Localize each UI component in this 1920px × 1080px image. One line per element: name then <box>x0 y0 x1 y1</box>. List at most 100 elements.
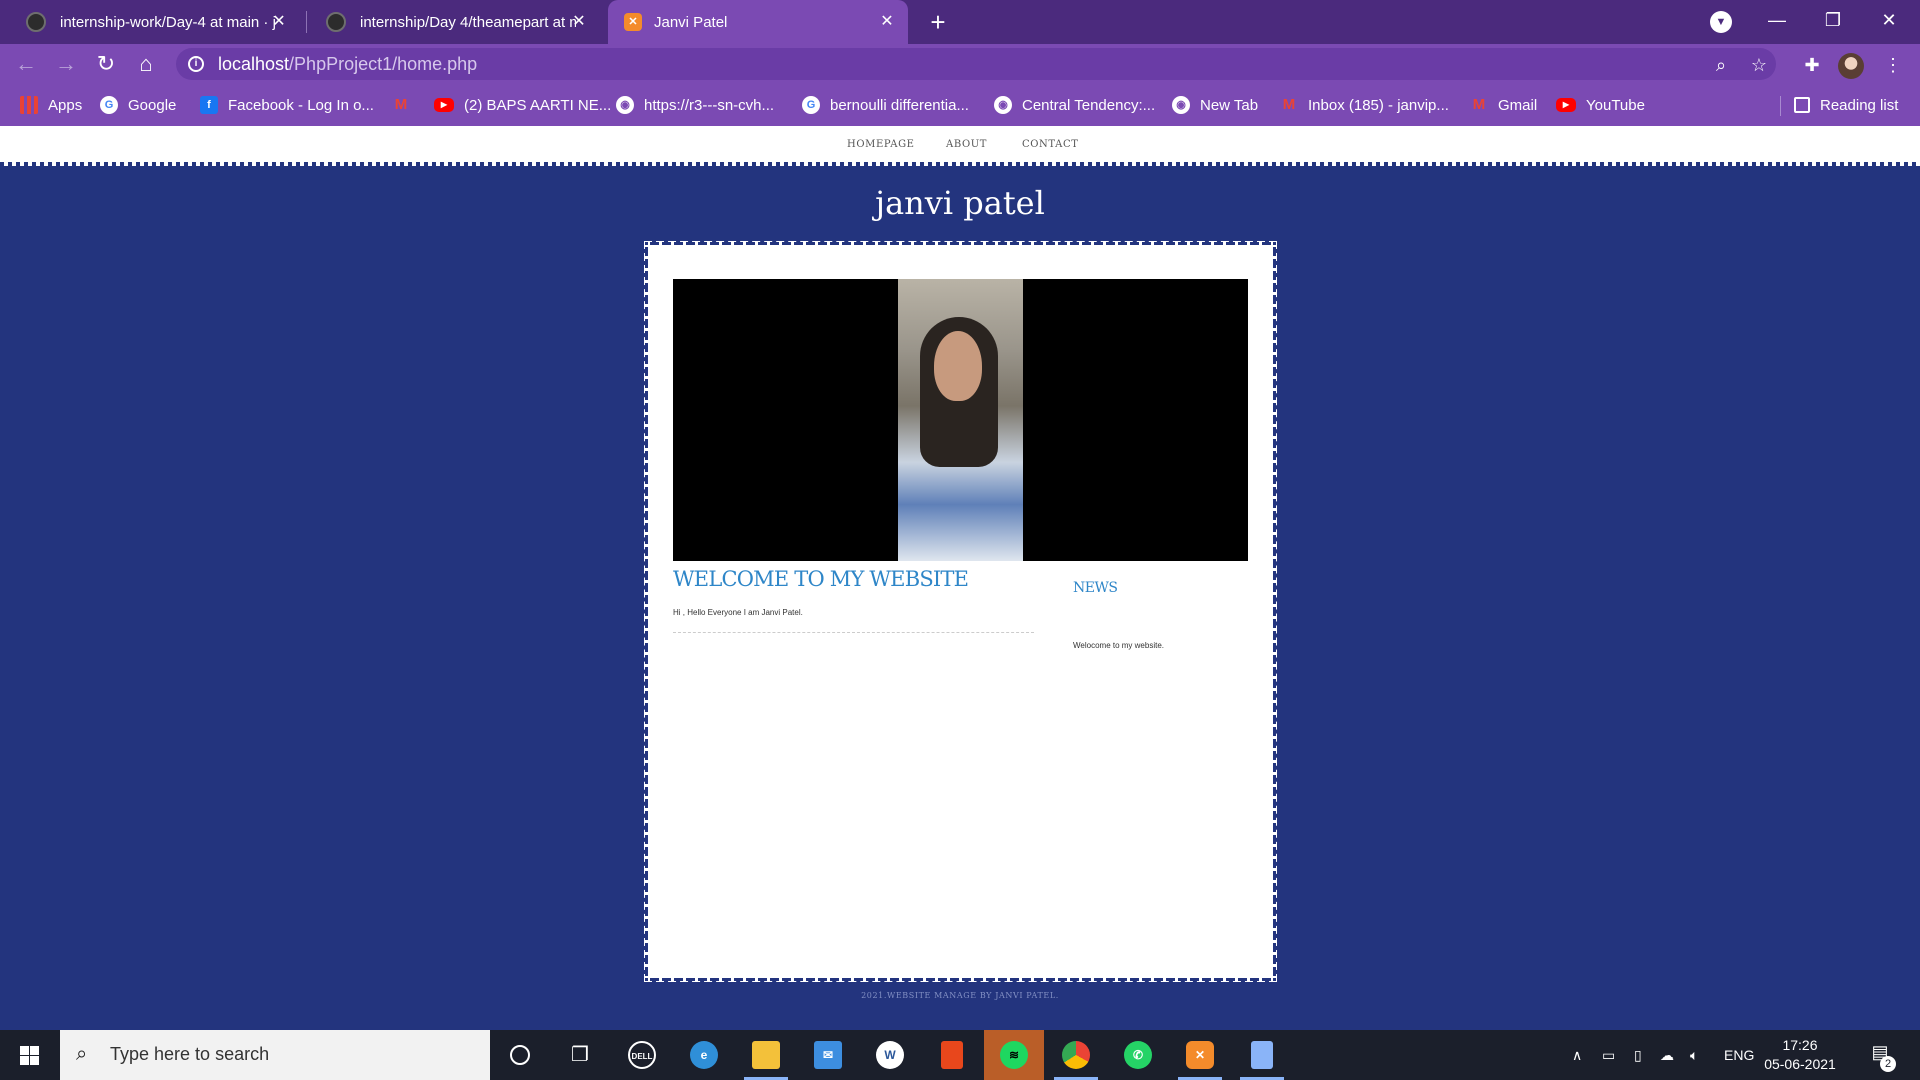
taskbar-search[interactable]: ⌕ Type here to search <box>60 1030 490 1080</box>
restore-button[interactable]: ❐ <box>1810 4 1856 36</box>
google-icon: G <box>802 96 820 114</box>
apps-grid-icon <box>20 96 38 114</box>
tab-title: internship/Day 4/theamepart at m <box>360 13 576 31</box>
xampp-app[interactable]: ✕ <box>1170 1030 1230 1080</box>
task-view-button[interactable]: ❐ <box>550 1030 610 1080</box>
minimize-button[interactable]: — <box>1754 4 1800 36</box>
menu-kebab-icon[interactable]: ⋮ <box>1880 52 1906 78</box>
show-hidden-icons[interactable]: ∧ <box>1572 1030 1582 1080</box>
bookmark-bernoulli[interactable]: Gbernoulli differentia... <box>802 95 969 115</box>
hero-banner <box>673 279 1248 561</box>
facebook-icon: f <box>200 96 218 114</box>
virtualbox-app[interactable] <box>1232 1030 1292 1080</box>
search-placeholder: Type here to search <box>110 1044 270 1064</box>
notifications-button[interactable]: ▤ 2 <box>1866 1042 1896 1072</box>
bookmark-apps[interactable]: Apps <box>20 95 82 115</box>
home-icon[interactable]: ⌂ <box>130 48 162 80</box>
nav-about-link[interactable]: ABOUT <box>946 139 987 150</box>
tab-search-icon[interactable]: ▼ <box>1710 11 1732 33</box>
onedrive-cloud-icon[interactable]: ☁ <box>1660 1030 1674 1080</box>
site-footer: 2021.WEBSITE MANAGE BY JANVI PATEL. <box>861 991 1059 1000</box>
edge-app[interactable]: e <box>674 1030 734 1080</box>
clock-date: 05-06-2021 <box>1764 1056 1836 1072</box>
windows-logo-icon <box>20 1046 39 1065</box>
volume-icon[interactable]: 🔈︎ <box>1690 1030 1698 1080</box>
profile-avatar[interactable] <box>1838 53 1864 79</box>
browser-toolbar: ← → ↻ ⌂ i localhost/PhpProject1/home.php… <box>0 44 1920 84</box>
office-app[interactable] <box>922 1030 982 1080</box>
reload-icon[interactable]: ↻ <box>90 48 122 80</box>
bookmark-label: Apps <box>48 96 83 114</box>
mail-app[interactable]: ✉ <box>798 1030 858 1080</box>
cortana-circle-icon <box>510 1045 530 1065</box>
bookmark-gmail-short[interactable]: M <box>392 95 420 115</box>
site-title: janvi patel <box>875 184 1045 222</box>
cortana-button[interactable] <box>490 1030 550 1080</box>
bookmark-label: Gmail <box>1498 96 1538 114</box>
tab-title: Janvi Patel <box>654 13 728 31</box>
bookmark-baps-aarti[interactable]: ▶ (2) BAPS AARTI NE... <box>434 95 611 115</box>
battery-icon[interactable]: ▭ <box>1602 1030 1615 1080</box>
clock[interactable]: 17:26 05-06-2021 <box>1760 1036 1840 1074</box>
spotify-app[interactable]: ≋ <box>984 1030 1044 1080</box>
reading-list-button[interactable]: Reading list <box>1794 95 1898 115</box>
welcome-heading: WELCOME TO MY WEBSITE <box>673 567 969 591</box>
intro-text: Hi , Hello Everyone I am Janvi Patel. <box>673 608 803 617</box>
bookmark-central-tendency[interactable]: ◉ Central Tendency:... <box>994 95 1155 115</box>
youtube-icon: ▶ <box>1556 98 1576 112</box>
cube-icon <box>1251 1041 1273 1069</box>
bookmark-inbox[interactable]: M Inbox (185) - janvip... <box>1280 95 1449 115</box>
bookmark-r3-video[interactable]: ◉ https://r3---sn-cvh... <box>616 95 774 115</box>
back-arrow-icon[interactable]: ← <box>10 48 42 80</box>
clock-time: 17:26 <box>1782 1037 1818 1053</box>
github-icon <box>326 12 346 32</box>
spotify-icon: ≋ <box>1000 1041 1028 1069</box>
bookmark-label: Central Tendency:... <box>1022 96 1156 114</box>
bookmark-gmail[interactable]: M Gmail <box>1470 95 1537 115</box>
nav-homepage-link[interactable]: HOMEPAGE <box>847 139 915 150</box>
bookmark-star-icon[interactable]: ☆ <box>1746 52 1772 78</box>
language-indicator[interactable]: ENG <box>1724 1030 1754 1080</box>
office-icon <box>941 1041 963 1069</box>
tab-internship-theme[interactable]: internship/Day 4/theamepart at m ✕ <box>300 0 600 44</box>
word-app[interactable]: W <box>860 1030 920 1080</box>
window-close-button[interactable]: ✕ <box>1866 4 1912 36</box>
url-text[interactable]: localhost/PhpProject1/home.php <box>218 54 477 75</box>
xampp-icon: ✕ <box>624 13 642 31</box>
profile-photo <box>898 279 1023 561</box>
bookmark-label: Facebook - Log In o... <box>228 96 374 114</box>
mail-icon: ✉ <box>814 1041 842 1069</box>
content-card: WELCOME TO MY WEBSITE Hi , Hello Everyon… <box>644 241 1277 982</box>
new-tab-button[interactable]: + <box>922 6 954 38</box>
start-button[interactable] <box>0 1030 60 1080</box>
web-page: HOMEPAGE ABOUT CONTACT janvi patel WELCO… <box>0 126 1920 1030</box>
folder-icon <box>752 1041 780 1069</box>
dell-app[interactable]: DELL <box>612 1030 672 1080</box>
close-icon[interactable]: ✕ <box>568 11 590 33</box>
close-icon[interactable]: ✕ <box>876 11 898 33</box>
address-bar[interactable]: i localhost/PhpProject1/home.php ⌕ ☆ <box>176 48 1776 80</box>
edge-icon: e <box>690 1041 718 1069</box>
forward-arrow-icon[interactable]: → <box>50 48 82 80</box>
gmail-icon: M <box>394 96 408 113</box>
tab-internship-work[interactable]: internship-work/Day-4 at main · j ✕ <box>0 0 300 44</box>
site-info-icon[interactable]: i <box>188 56 204 72</box>
reading-list-label: Reading list <box>1820 96 1899 114</box>
close-icon[interactable]: ✕ <box>268 11 290 33</box>
device-icon[interactable]: ▯ <box>1634 1030 1642 1080</box>
zoom-icon[interactable]: ⌕ <box>1708 52 1734 78</box>
nav-contact-link[interactable]: CONTACT <box>1022 139 1078 150</box>
bookmark-new-tab[interactable]: ◉ New Tab <box>1172 95 1258 115</box>
globe-icon: ◉ <box>616 96 634 114</box>
tab-title: internship-work/Day-4 at main · j <box>60 13 276 31</box>
youtube-icon: ▶ <box>434 98 454 112</box>
bookmark-google[interactable]: G Google <box>100 95 176 115</box>
bookmark-youtube[interactable]: ▶ YouTube <box>1556 95 1645 115</box>
word-icon: W <box>876 1041 904 1069</box>
chrome-app[interactable] <box>1046 1030 1106 1080</box>
bookmark-facebook[interactable]: f Facebook - Log In o... <box>200 95 374 115</box>
tab-janvi-patel[interactable]: ✕ Janvi Patel ✕ <box>608 0 908 44</box>
file-explorer-app[interactable] <box>736 1030 796 1080</box>
extensions-puzzle-icon[interactable]: ✚ <box>1799 52 1825 78</box>
whatsapp-app[interactable]: ✆ <box>1108 1030 1168 1080</box>
